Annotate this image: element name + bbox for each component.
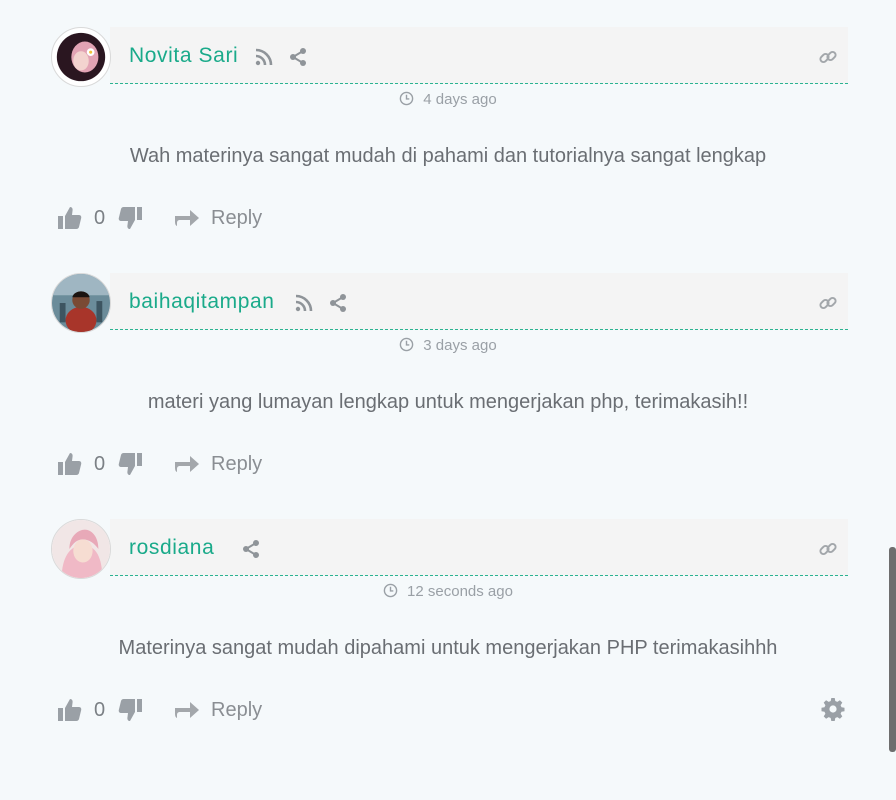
thumbs-down-icon[interactable]	[117, 451, 143, 477]
rss-icon[interactable]	[254, 47, 274, 67]
vote-count: 0	[94, 453, 106, 475]
gear-icon[interactable]	[821, 697, 845, 721]
comment-text: materi yang lumayan lengkap untuk menger…	[147, 391, 749, 413]
comment-time[interactable]: 12 seconds ago	[407, 583, 513, 600]
vote-count: 0	[94, 699, 106, 721]
author-name[interactable]: Novita Sari	[129, 44, 238, 68]
avatar[interactable]	[51, 27, 111, 87]
comment-actions: 0 Reply	[0, 205, 896, 233]
reply-button[interactable]: Reply	[211, 207, 262, 230]
comment-meta: 4 days ago	[0, 91, 896, 108]
clock-icon	[399, 337, 414, 352]
author-name[interactable]: baihaqitampan	[129, 290, 275, 314]
comment-text: Materinya sangat mudah dipahami untuk me…	[118, 637, 778, 659]
comment: Novita Sari 4 days ago Wah materinya san…	[0, 27, 896, 273]
thumbs-down-icon[interactable]	[117, 697, 143, 723]
comment-time[interactable]: 3 days ago	[423, 337, 496, 354]
thumbs-up-icon[interactable]	[57, 451, 83, 477]
comment-meta: 12 seconds ago	[0, 583, 896, 600]
link-icon[interactable]	[818, 293, 838, 313]
rss-icon[interactable]	[294, 293, 314, 313]
scrollbar[interactable]	[889, 547, 896, 752]
thumbs-up-icon[interactable]	[57, 205, 83, 231]
reply-arrow-icon[interactable]	[174, 699, 200, 721]
share-icon[interactable]	[288, 47, 308, 67]
thumbs-down-icon[interactable]	[117, 205, 143, 231]
comment-actions: 0 Reply	[0, 451, 896, 479]
reply-arrow-icon[interactable]	[174, 453, 200, 475]
reply-button[interactable]: Reply	[211, 699, 262, 722]
vote-count: 0	[94, 207, 106, 229]
comment-meta: 3 days ago	[0, 337, 896, 354]
avatar[interactable]	[51, 519, 111, 579]
share-icon[interactable]	[241, 539, 261, 559]
clock-icon	[399, 91, 414, 106]
avatar[interactable]	[51, 273, 111, 333]
reply-button[interactable]: Reply	[211, 453, 262, 476]
comment-header	[110, 519, 848, 576]
comment-time[interactable]: 4 days ago	[423, 91, 496, 108]
clock-icon	[383, 583, 398, 598]
comment-text: Wah materinya sangat mudah di pahami dan…	[129, 145, 767, 167]
comment-actions: 0 Reply	[0, 697, 896, 725]
reply-arrow-icon[interactable]	[174, 207, 200, 229]
comment: baihaqitampan 3 days ago materi yang lum…	[0, 273, 896, 519]
share-icon[interactable]	[328, 293, 348, 313]
comment: rosdiana 12 seconds ago Materinya sangat…	[0, 519, 896, 765]
author-name[interactable]: rosdiana	[129, 536, 214, 560]
thumbs-up-icon[interactable]	[57, 697, 83, 723]
link-icon[interactable]	[818, 539, 838, 559]
link-icon[interactable]	[818, 47, 838, 67]
